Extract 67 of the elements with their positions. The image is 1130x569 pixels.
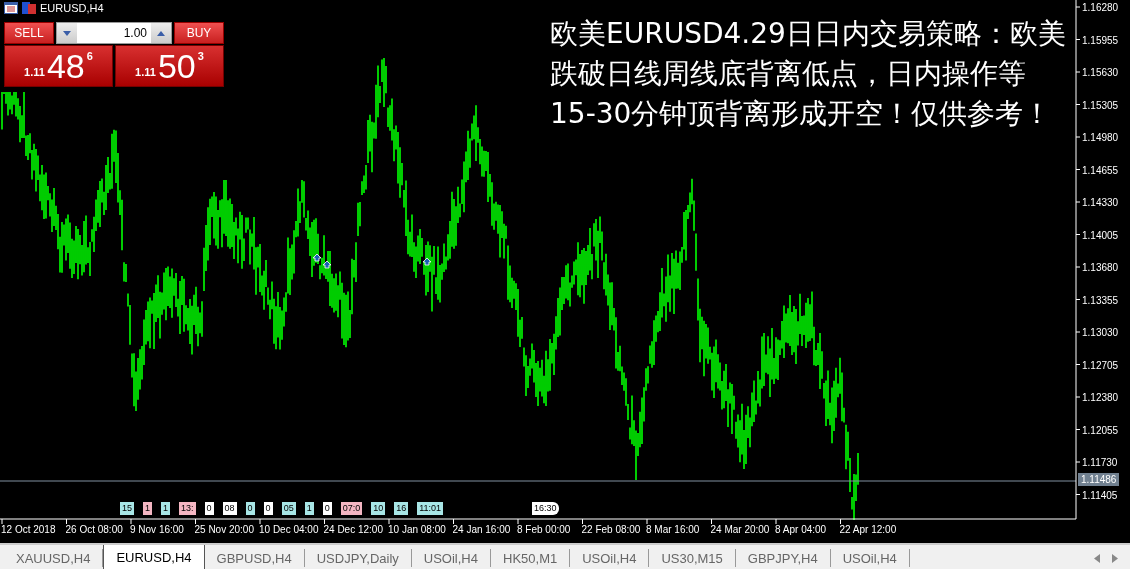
- time-tick-label: 10 Dec 04:00: [259, 524, 319, 535]
- price-tick-label: 1.11730: [1082, 457, 1118, 468]
- time-tick-label: 24 Dec 12:00: [323, 524, 383, 535]
- event-tag: 0: [204, 502, 214, 515]
- volume-field[interactable]: 1.00: [56, 22, 172, 44]
- headline-text: 欧美EURUSD4.29日日内交易策略：欧美跌破日线周线底背离低点，日内操作等15-30分钟顶背离形成开空！仅供参考！: [550, 16, 1067, 132]
- event-tag: 1: [304, 502, 314, 515]
- time-tick-label: 8 Feb 00:00: [517, 524, 571, 535]
- time-tick-label: 9 Nov 16:00: [130, 524, 184, 535]
- chart-tab[interactable]: GBPJPY,H4: [735, 549, 831, 567]
- event-tag: 13:: [179, 502, 196, 515]
- event-tag: 08: [222, 502, 237, 515]
- chart-tab[interactable]: USOil,H4: [570, 549, 650, 567]
- window-title: EURUSD,H4: [40, 2, 104, 14]
- event-tag: 07:0: [340, 502, 363, 515]
- time-tick-label: 8 Mar 16:00: [646, 524, 700, 535]
- chart-tab[interactable]: US30,M15: [649, 549, 736, 567]
- time-tick-label: 24 Jan 16:00: [452, 524, 511, 535]
- chart-tab[interactable]: USOil,H4: [411, 549, 491, 567]
- scroll-right-icon[interactable]: [1112, 553, 1118, 563]
- price-tick-label: 1.15630: [1082, 67, 1119, 78]
- time-tick-label: 12 Oct 2018: [1, 524, 56, 535]
- arrow-icon: [422, 257, 432, 266]
- price-tick-label: 1.14005: [1082, 229, 1119, 241]
- event-tag: 1: [161, 502, 171, 515]
- time-tick-label: 26 Oct 08:00: [65, 524, 123, 535]
- price-tick-label: 1.13355: [1082, 294, 1119, 306]
- event-tag: 11:01: [417, 502, 444, 515]
- price-tick-label: 1.12055: [1082, 424, 1119, 436]
- price-tick-label: 1.13030: [1082, 327, 1119, 338]
- decrease-icon[interactable]: [57, 23, 77, 43]
- time-tick-label: 25 Nov 20:00: [194, 524, 254, 535]
- chart-tab[interactable]: HK50,M1: [491, 549, 571, 567]
- scroll-left-icon[interactable]: [1094, 553, 1100, 563]
- chart-tab[interactable]: EURUSD,H4: [103, 545, 205, 569]
- price-tick-label: 1.12705: [1082, 359, 1119, 371]
- event-tag: 0: [245, 502, 255, 515]
- chart-window-icon: [4, 2, 18, 14]
- sell-button[interactable]: SELL: [4, 22, 54, 44]
- price-tick-label: 1.15955: [1082, 34, 1119, 46]
- time-tick-label: 22 Apr 12:00: [839, 524, 897, 535]
- chart-tab[interactable]: GBPUSD,H4: [204, 549, 305, 567]
- increase-icon[interactable]: [151, 23, 171, 43]
- price-tick-label: 1.13680: [1082, 262, 1119, 273]
- price-tick-label: 1.14330: [1082, 197, 1119, 208]
- event-tag: 10: [371, 502, 386, 515]
- event-tag: 16: [394, 502, 409, 515]
- price-tick-label: 1.14980: [1082, 132, 1119, 143]
- price-tick-label: 1.16280: [1082, 2, 1119, 13]
- current-price-label: 1.11486: [1078, 473, 1120, 486]
- price-tick-label: 1.12380: [1082, 392, 1119, 403]
- event-tag: 16:30: [532, 502, 559, 515]
- time-tick-label: 22 Feb 08:00: [581, 524, 641, 535]
- chart-tab[interactable]: USOil,H4: [830, 549, 910, 567]
- chart-tab[interactable]: USDJPY,Daily: [304, 549, 412, 567]
- event-tag: 0: [263, 502, 273, 515]
- event-tag: 05: [281, 502, 296, 515]
- buy-button[interactable]: BUY: [174, 22, 224, 44]
- event-tag: 1: [143, 502, 153, 515]
- time-tick-label: 10 Jan 08:00: [388, 524, 446, 535]
- time-tick-label: 8 Apr 04:00: [775, 524, 827, 535]
- price-tick-label: 1.15305: [1082, 99, 1119, 111]
- price-tick-label: 1.11405: [1082, 489, 1118, 501]
- event-tag: 15: [120, 502, 134, 515]
- price-tick-label: 1.14655: [1082, 164, 1119, 176]
- time-tick-label: 24 Mar 20:00: [710, 524, 770, 535]
- event-tag: 0: [322, 502, 332, 515]
